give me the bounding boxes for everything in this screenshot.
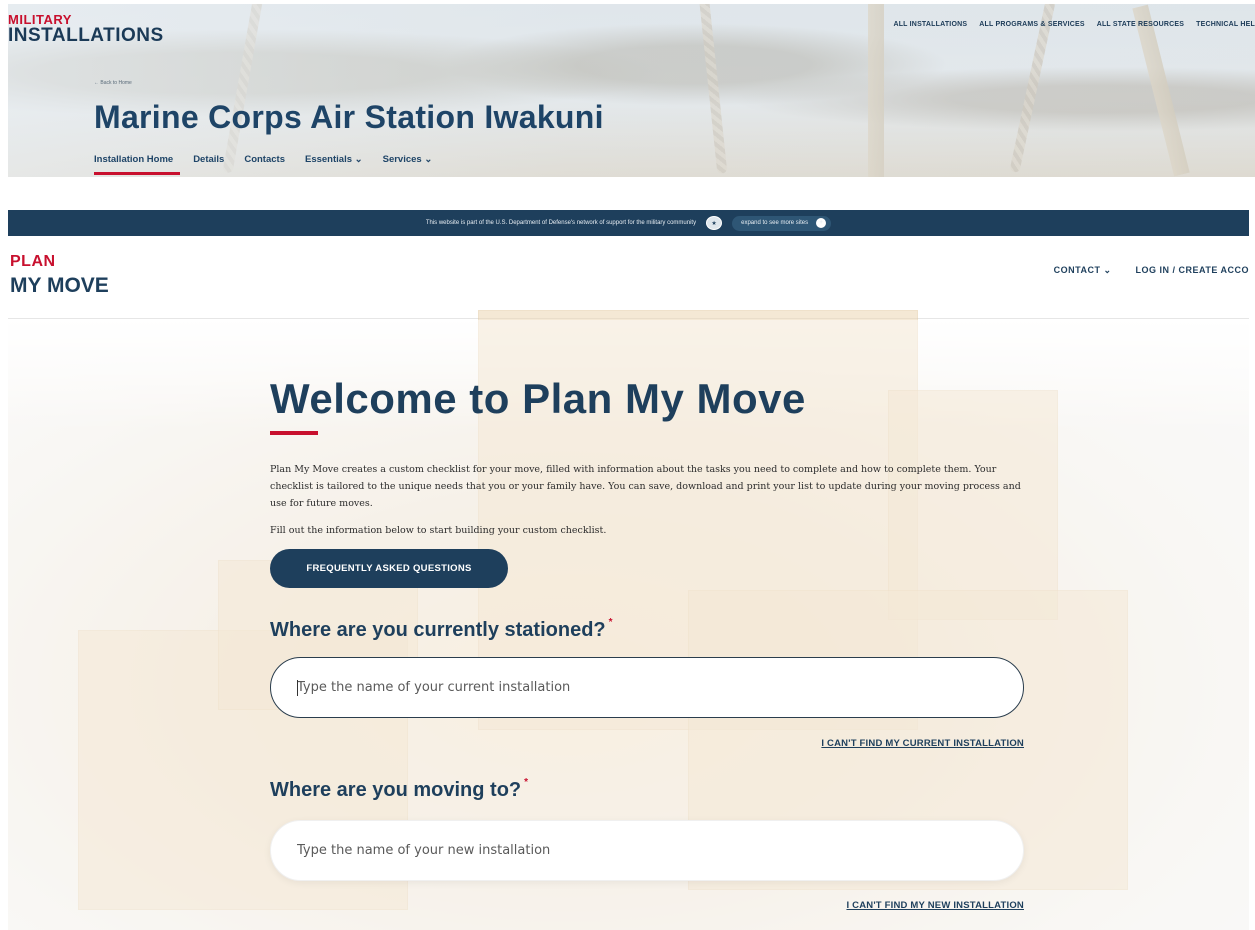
current-installation-input[interactable] xyxy=(270,657,1024,718)
plan-my-move-logo[interactable]: PLAN MY MOVE xyxy=(10,253,109,297)
new-installation-input[interactable] xyxy=(270,820,1024,881)
hero-overlay xyxy=(8,4,1255,177)
nav-all-installations[interactable]: ALL INSTALLATIONS xyxy=(893,21,967,28)
welcome-heading: Welcome to Plan My Move xyxy=(270,375,806,422)
tab-essentials[interactable]: Essentials ⌄ xyxy=(305,154,363,165)
cant-find-current-link[interactable]: I CAN'T FIND MY CURRENT INSTALLATION xyxy=(821,738,1024,749)
logo-line-1: PLAN xyxy=(10,253,56,270)
nav-state-resources[interactable]: ALL STATE RESOURCES xyxy=(1097,21,1184,28)
expand-sites-label: expand to see more sites xyxy=(741,220,809,226)
intro-paragraph: Plan My Move creates a custom checklist … xyxy=(270,464,1021,509)
fill-out-instruction: Fill out the information below to start … xyxy=(270,525,607,536)
current-station-label: Where are you currently stationed? xyxy=(270,619,606,641)
dod-network-banner: This website is part of the U.S. Departm… xyxy=(8,210,1249,236)
cant-find-new-link[interactable]: I CAN'T FIND MY NEW INSTALLATION xyxy=(846,900,1024,911)
text-cursor xyxy=(297,680,298,696)
back-to-home-link[interactable]: ← Back to Home xyxy=(94,80,132,86)
header-nav: CONTACT ⌄ LOG IN / CREATE ACCOUNT xyxy=(1054,265,1249,276)
contact-dropdown[interactable]: CONTACT ⌄ xyxy=(1054,265,1112,276)
current-station-question: Where are you currently stationed? * xyxy=(270,617,613,642)
logo-line-2: MY MOVE xyxy=(10,274,109,297)
moving-to-question: Where are you moving to? * xyxy=(270,777,529,802)
logo-line-2: INSTALLATIONS xyxy=(8,25,164,46)
nav-technical-help[interactable]: TECHNICAL HEL xyxy=(1196,21,1255,28)
plus-icon: + xyxy=(816,218,827,228)
tab-details[interactable]: Details xyxy=(193,154,224,165)
required-asterisk: * xyxy=(524,777,529,788)
site-header: PLAN MY MOVE CONTACT ⌄ LOG IN / CREATE A… xyxy=(8,236,1249,319)
banner-text: This website is part of the U.S. Departm… xyxy=(425,220,697,226)
dod-seal-icon: ★ xyxy=(706,216,723,230)
page-title: Marine Corps Air Station Iwakuni xyxy=(94,99,604,135)
installation-tabs: Installation Home Details Contacts Essen… xyxy=(94,154,432,165)
login-create-account-link[interactable]: LOG IN / CREATE ACCOUNT xyxy=(1136,265,1250,276)
top-nav: ALL INSTALLATIONS ALL PROGRAMS & SERVICE… xyxy=(893,21,1255,28)
tab-services[interactable]: Services ⌄ xyxy=(383,154,433,165)
military-installations-logo[interactable]: MILITARY INSTALLATIONS xyxy=(8,13,164,45)
moving-to-label: Where are you moving to? xyxy=(270,779,522,801)
plan-my-move-page: This website is part of the U.S. Departm… xyxy=(8,210,1249,930)
tab-installation-home[interactable]: Installation Home xyxy=(94,154,173,165)
active-tab-indicator xyxy=(94,172,180,175)
required-asterisk: * xyxy=(608,617,613,628)
heading-accent-bar xyxy=(270,431,318,435)
tab-contacts[interactable]: Contacts xyxy=(244,154,285,165)
expand-sites-button[interactable]: expand to see more sites + xyxy=(732,215,832,231)
military-installations-page: MILITARY INSTALLATIONS ALL INSTALLATIONS… xyxy=(8,4,1255,177)
faq-button[interactable]: FREQUENTLY ASKED QUESTIONS xyxy=(270,549,508,588)
nav-all-programs[interactable]: ALL PROGRAMS & SERVICES xyxy=(979,21,1084,28)
